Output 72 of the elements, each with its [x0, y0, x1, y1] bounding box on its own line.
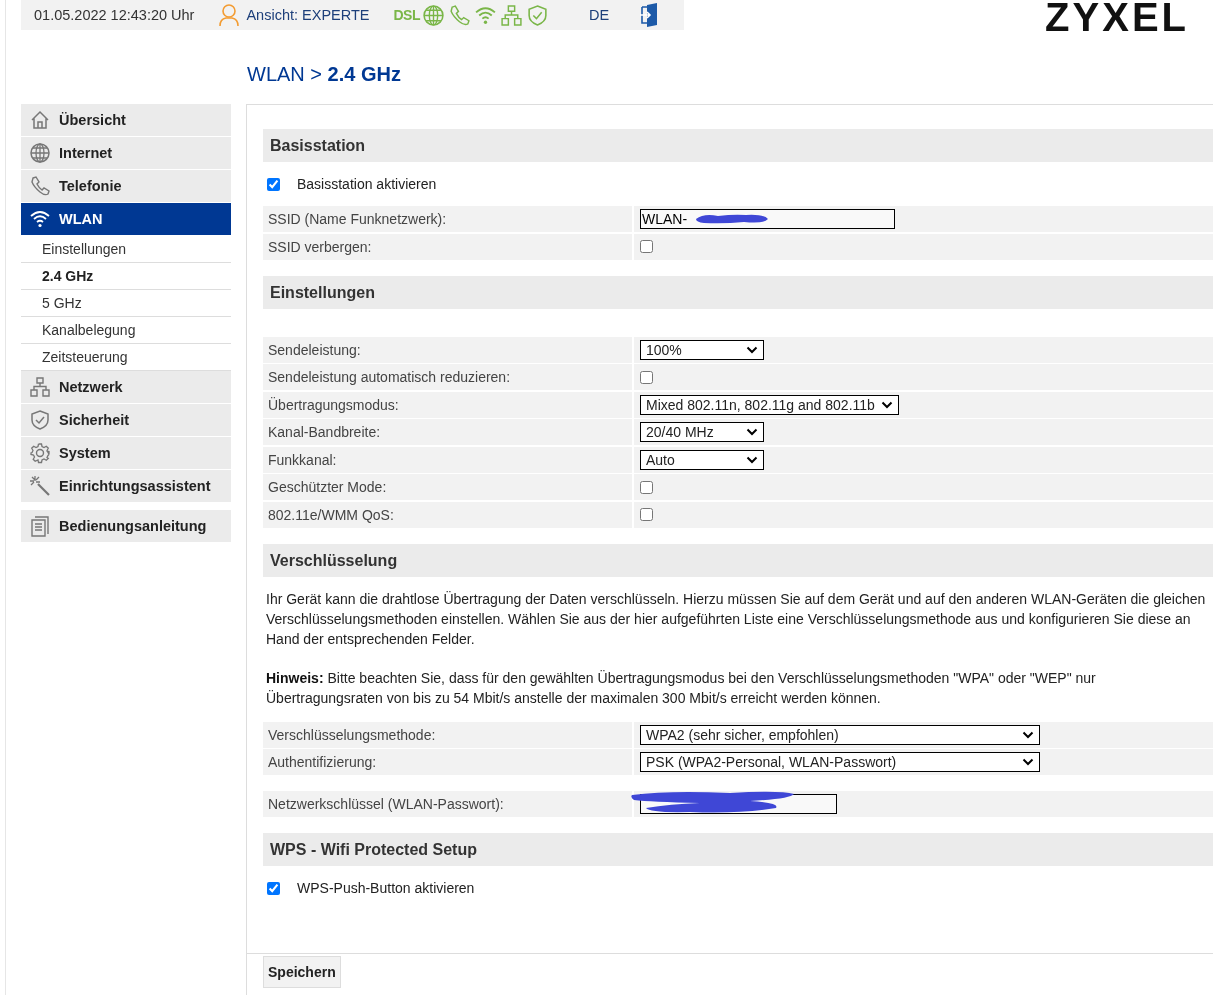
dropdown[interactable]: WPA2 (sehr sicher, empfohlen) [640, 724, 1040, 745]
breadcrumb-current: 2.4 GHz [327, 63, 401, 85]
chevron-down-icon [880, 400, 893, 409]
field-label: Übertragungsmodus: [263, 391, 632, 418]
field-label: Authentifizierung: [263, 749, 632, 775]
field-label: Funkkanal: [263, 446, 632, 473]
dsl-status: DSL [393, 7, 420, 23]
chevron-down-icon [1022, 758, 1034, 766]
section-heading: Einstellungen [263, 275, 1213, 309]
dropdown[interactable]: 20/40 MHz [640, 422, 764, 442]
globe-icon [421, 3, 445, 27]
magic-wand-icon [29, 475, 51, 497]
globe-icon [29, 142, 51, 164]
field-label: SSID (Name Funknetzwerk): [263, 206, 632, 232]
sidebar-item[interactable]: Übersicht [21, 104, 231, 136]
date-time: 01.05.2022 12:43:20 Uhr [34, 7, 195, 23]
dropdown[interactable]: Mixed 802.11n, 802.11g and 802.11b [640, 394, 899, 415]
language-link[interactable]: DE [588, 7, 610, 23]
section-heading: WPS - Wifi Protected Setup [263, 833, 1213, 866]
phone-icon [447, 3, 471, 27]
dropdown[interactable]: 100% [640, 339, 764, 360]
breadcrumb-separator: > [310, 63, 323, 85]
sidebar-item[interactable]: WLAN [21, 203, 231, 235]
network-icon [499, 3, 523, 27]
paragraph: Hinweis: Bitte beachten Sie, dass für den gewählten Übertragungsmodus bei den Verschlüsselungsmethoden "WPA" oder "WEP" nur Übertragungsraten von bis zu 54 Mbit/s anstelle der maximalen 300 Mbit/s erreicht werden können. [266, 668, 1097, 708]
logo: ZYXEL [1045, 0, 1189, 38]
gear-icon [29, 442, 51, 464]
checkbox-label: Basisstation aktivieren [297, 176, 437, 192]
view-mode-link[interactable]: Ansicht: EXPERTE [246, 7, 370, 23]
logout-door-icon[interactable] [639, 3, 660, 27]
shield-check-icon [525, 3, 549, 27]
field-label: Netzwerkschlüssel (WLAN-Passwort): [263, 791, 632, 817]
sidebar-item[interactable]: Netzwerk [21, 371, 231, 403]
sidebar-item[interactable]: Internet [21, 137, 231, 169]
network-icon [29, 376, 51, 398]
section-heading: Verschlüsselung [263, 543, 1213, 577]
checkbox[interactable] [640, 240, 653, 253]
field-label: Sendeleistung: [263, 336, 632, 363]
dropdown[interactable]: Auto [640, 449, 764, 470]
paragraph: Ihr Gerät kann die drahtlose Übertragung der Daten verschlüsseln. Hierzu müssen Sie auf dem Gerät und auf den anderen WLAN-Geräten die gleichen Verschlüsselungsmethoden einstellen. Wählen Sie aus der hier aufgeführten Liste eine Verschlüsselungsmethode aus und konfigurieren Sie diese an Hand der entsprechenden Felder. [266, 589, 1207, 649]
field-label: 802.11e/WMM QoS: [263, 501, 632, 528]
text-field[interactable]: WLAN- [640, 209, 895, 229]
section-heading: Basisstation [263, 129, 1213, 162]
sidebar-item[interactable]: Telefonie [21, 170, 231, 202]
checkbox-label: WPS-Push-Button aktivieren [297, 880, 475, 896]
sidebar-item[interactable]: Einrichtungsassistent [21, 470, 231, 502]
field-label: Geschützter Mode: [263, 474, 632, 500]
user-icon [218, 3, 241, 27]
field-label: Kanal-Bandbreite: [263, 419, 632, 445]
dropdown[interactable]: PSK (WPA2-Personal, WLAN-Passwort) [640, 752, 1040, 772]
checkbox[interactable] [640, 370, 653, 384]
checkbox[interactable] [640, 508, 653, 521]
wifi-icon [29, 208, 51, 230]
save-button[interactable]: Speichern [263, 956, 341, 988]
phone-icon [29, 175, 51, 197]
field-label: Sendeleistung automatisch reduzieren: [263, 364, 632, 390]
checkbox[interactable] [640, 480, 653, 494]
shield-check-icon [29, 409, 51, 431]
field-label: Verschlüsselungsmethode: [263, 721, 632, 748]
sidebar-item[interactable]: Sicherheit [21, 404, 231, 436]
breadcrumb-link[interactable]: WLAN [247, 63, 305, 85]
house-icon [29, 109, 51, 131]
chevron-down-icon [746, 428, 758, 436]
sidebar-item[interactable]: Bedienungsanleitung [21, 510, 231, 542]
document-icon [29, 515, 51, 537]
chevron-down-icon [746, 455, 758, 464]
sidebar-item[interactable]: System [21, 437, 231, 469]
chevron-down-icon [1022, 730, 1034, 739]
field-label: SSID verbergen: [263, 233, 632, 260]
chevron-down-icon [746, 345, 758, 354]
checkbox[interactable] [267, 881, 280, 895]
checkbox[interactable] [267, 177, 280, 191]
